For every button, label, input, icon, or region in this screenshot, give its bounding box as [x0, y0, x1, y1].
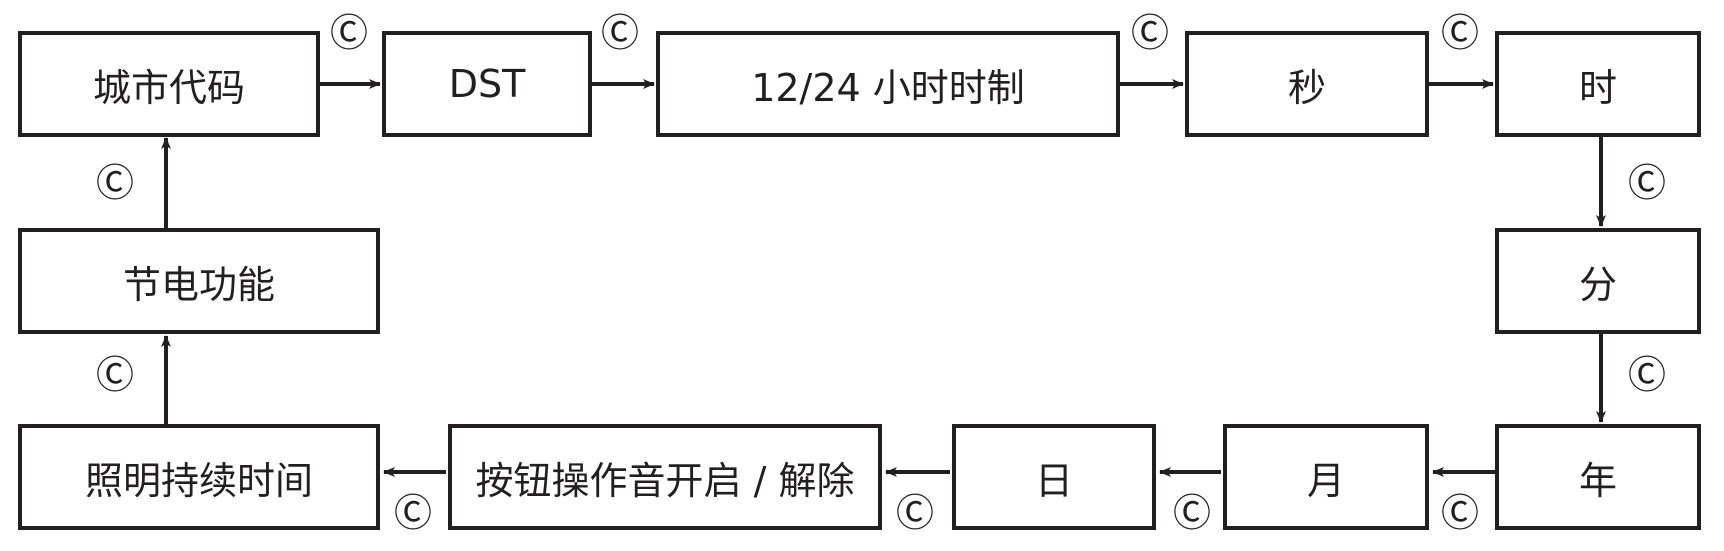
button-c-marker: Ⓒ [601, 11, 640, 55]
node-second: 秒 [1185, 31, 1429, 137]
button-c-marker: Ⓒ [896, 491, 935, 535]
node-day: 日 [952, 424, 1156, 530]
node-dst: DST [382, 31, 592, 137]
button-c-marker: Ⓒ [96, 161, 135, 205]
node-hour-format: 12/24 小时时制 [656, 31, 1120, 137]
node-year: 年 [1495, 424, 1701, 530]
button-c-marker: Ⓒ [1173, 491, 1212, 535]
node-hour: 时 [1495, 31, 1701, 137]
button-c-marker: Ⓒ [1131, 11, 1170, 55]
node-light-duration: 照明持续时间 [18, 424, 380, 530]
button-c-marker: Ⓒ [1628, 353, 1667, 397]
button-c-marker: Ⓒ [96, 353, 135, 397]
button-c-marker: Ⓒ [394, 491, 433, 535]
node-month: 月 [1223, 424, 1429, 530]
button-c-marker: Ⓒ [1441, 11, 1480, 55]
node-city-code: 城市代码 [18, 31, 320, 137]
button-c-marker: Ⓒ [330, 11, 369, 55]
node-minute: 分 [1495, 228, 1701, 334]
node-button-tone: 按钮操作音开启 / 解除 [448, 424, 882, 530]
button-c-marker: Ⓒ [1628, 161, 1667, 205]
button-c-marker: Ⓒ [1441, 491, 1480, 535]
node-power-saving: 节电功能 [18, 228, 380, 334]
